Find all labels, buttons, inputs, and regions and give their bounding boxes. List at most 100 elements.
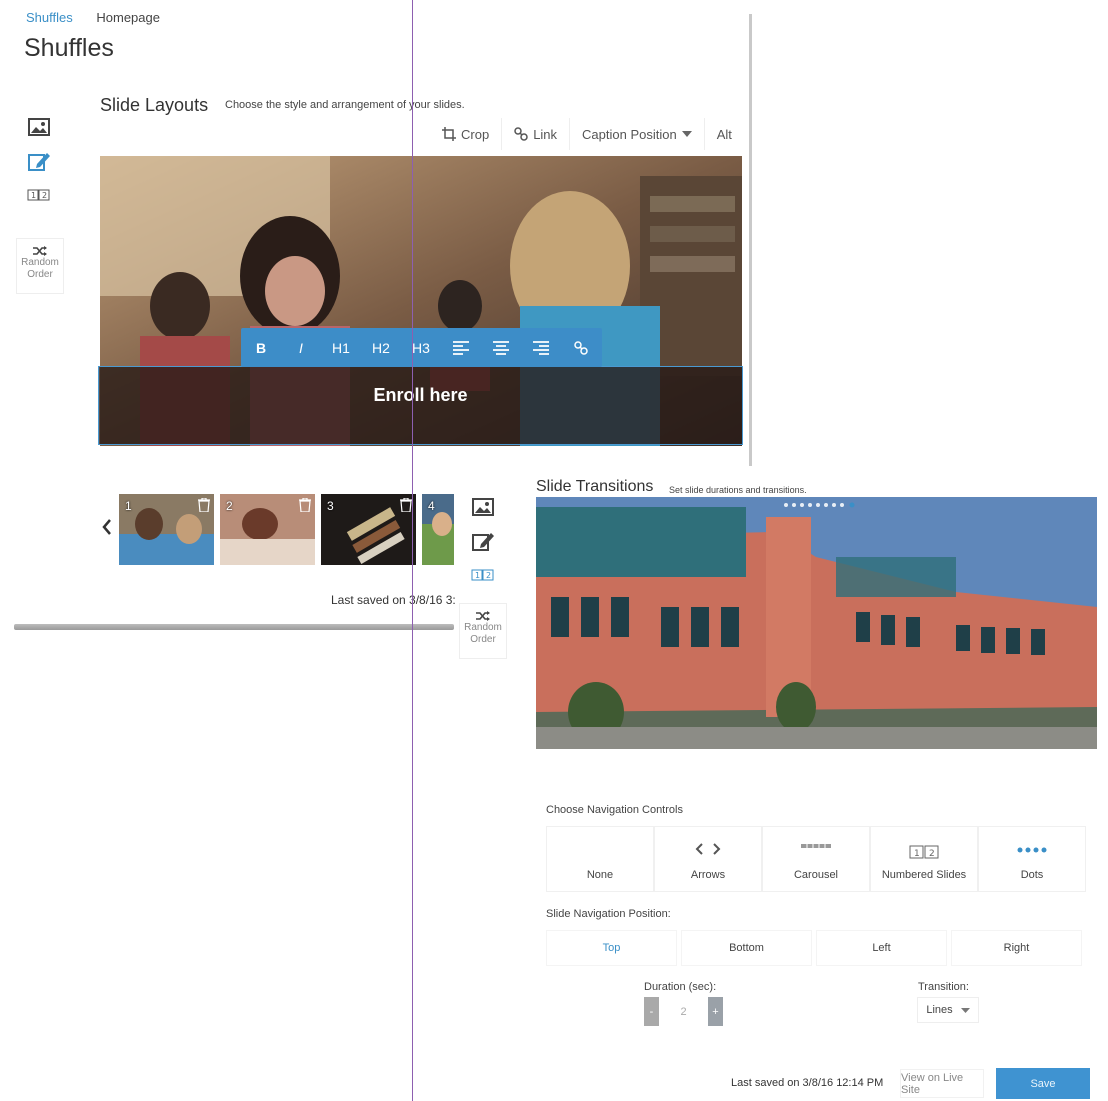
previous-slide-button[interactable]	[102, 519, 112, 540]
slide-transitions-title: Slide Transitions	[536, 478, 654, 495]
nav-position-bottom[interactable]: Bottom	[681, 930, 812, 966]
arrows-icon	[695, 843, 721, 855]
svg-text:1: 1	[914, 849, 920, 859]
nav-option-arrows[interactable]: Arrows	[654, 826, 762, 892]
crop-icon	[442, 127, 456, 141]
thumbnail-number: 4	[428, 498, 435, 513]
link-icon	[514, 127, 528, 141]
trash-icon	[400, 496, 412, 513]
thumbnail-image	[422, 493, 454, 565]
delete-slide-button[interactable]	[400, 496, 412, 517]
trash-icon	[198, 496, 210, 513]
align-right-button[interactable]	[521, 328, 561, 367]
image-layout-button[interactable]	[463, 490, 503, 524]
align-left-button[interactable]	[441, 328, 481, 367]
left-toolstrip: 12	[19, 110, 59, 212]
slide-layouts-subtitle: Choose the style and arrangement of your…	[225, 99, 465, 111]
h1-button[interactable]: H1	[321, 328, 361, 367]
italic-button[interactable]: I	[281, 328, 321, 367]
delete-slide-button[interactable]	[198, 496, 210, 517]
slide-thumbnail[interactable]: 1	[119, 493, 214, 565]
nav-option-label: Arrows	[690, 869, 726, 881]
numbered-slides-icon: 12	[27, 189, 50, 201]
caption-position-label: Caption Position	[582, 126, 677, 142]
svg-text:2: 2	[486, 571, 491, 580]
slide-thumbnails: 1 2 3 4	[119, 493, 460, 565]
random-order-button[interactable]: Random Order	[16, 238, 64, 294]
align-left-icon	[453, 340, 469, 355]
nav-option-numbered-slides[interactable]: 12 Numbered Slides	[870, 826, 978, 892]
nav-position-top[interactable]: Top	[546, 930, 677, 966]
text-format-toolbar: B I H1 H2 H3	[241, 328, 602, 367]
alt-button[interactable]: Alt	[703, 118, 744, 150]
transition-value: Lines	[926, 1004, 953, 1016]
slide-transitions-subtitle: Set slide durations and transitions.	[669, 485, 807, 495]
shuffle-icon	[33, 246, 47, 256]
right-toolstrip: 12	[463, 490, 503, 592]
caption-position-dropdown[interactable]: Caption Position	[569, 118, 704, 150]
nav-option-carousel[interactable]: Carousel	[762, 826, 870, 892]
edit-icon	[28, 153, 50, 171]
link-button[interactable]: Link	[501, 118, 569, 150]
align-center-button[interactable]	[481, 328, 521, 367]
transition-select[interactable]: Lines	[917, 997, 979, 1023]
slide-image-building[interactable]	[536, 497, 1097, 749]
image-icon	[28, 118, 50, 136]
caption-box[interactable]: Enroll here	[98, 366, 743, 445]
chevron-down-icon	[681, 131, 692, 137]
caption-text[interactable]: Enroll here	[373, 385, 467, 406]
nav-position-right[interactable]: Right	[951, 930, 1082, 966]
chevron-down-icon	[960, 1007, 970, 1013]
chevron-left-icon	[102, 519, 111, 535]
numbered-layout-button[interactable]: 12	[19, 178, 59, 212]
nav-option-label: Numbered Slides	[881, 869, 967, 881]
breadcrumb-current: Homepage	[96, 10, 160, 25]
align-center-icon	[493, 340, 509, 355]
last-saved-text: Last saved on 3/8/16 3:	[331, 593, 456, 607]
crop-label: Crop	[461, 126, 490, 142]
link-label: Link	[533, 126, 558, 142]
navigation-controls-label: Choose Navigation Controls	[546, 804, 683, 816]
numbered-layout-button[interactable]: 12	[463, 558, 503, 592]
bold-button[interactable]: B	[241, 328, 281, 367]
nav-option-dots[interactable]: Dots	[978, 826, 1086, 892]
crop-button[interactable]: Crop	[430, 118, 501, 150]
thumbnail-number: 3	[327, 498, 334, 513]
nav-option-label: None	[586, 869, 614, 881]
edit-caption-button[interactable]	[19, 144, 59, 178]
image-toolbar: Crop Link Caption Position Alt	[430, 118, 744, 150]
vertical-guide-line	[412, 0, 413, 1101]
view-live-site-button[interactable]: View on Live Site	[900, 1069, 984, 1098]
nav-position-left[interactable]: Left	[816, 930, 947, 966]
link-icon	[574, 340, 588, 355]
align-right-icon	[533, 340, 549, 355]
breadcrumb-parent-link[interactable]: Shuffles	[26, 10, 73, 25]
numbered-slides-icon: 12	[471, 569, 494, 581]
shuffle-icon	[476, 611, 490, 621]
h3-button[interactable]: H3	[401, 328, 441, 367]
nav-option-label: Dots	[1020, 869, 1044, 881]
duration-stepper: - 2 +	[644, 997, 723, 1026]
random-order-label-2: Order	[470, 634, 496, 645]
duration-input[interactable]: 2	[659, 997, 708, 1026]
save-button[interactable]: Save	[996, 1068, 1090, 1099]
panel-divider	[749, 14, 752, 466]
nav-option-none[interactable]: None	[546, 826, 654, 892]
building-photo	[536, 497, 1097, 749]
transition-label: Transition:	[918, 981, 969, 993]
duration-decrement-button[interactable]: -	[644, 997, 659, 1026]
image-icon	[472, 498, 494, 516]
svg-text:2: 2	[929, 849, 935, 859]
insert-link-button[interactable]	[561, 328, 601, 367]
trash-icon	[299, 496, 311, 513]
duration-increment-button[interactable]: +	[708, 997, 723, 1026]
edit-caption-button[interactable]	[463, 524, 503, 558]
delete-slide-button[interactable]	[299, 496, 311, 517]
panel-divider	[14, 624, 454, 630]
image-layout-button[interactable]	[19, 110, 59, 144]
slide-thumbnail[interactable]: 4	[422, 493, 454, 565]
random-order-button[interactable]: Random Order	[459, 603, 507, 659]
slide-thumbnail[interactable]: 2	[220, 493, 315, 565]
slide-thumbnail[interactable]: 3	[321, 493, 416, 565]
h2-button[interactable]: H2	[361, 328, 401, 367]
